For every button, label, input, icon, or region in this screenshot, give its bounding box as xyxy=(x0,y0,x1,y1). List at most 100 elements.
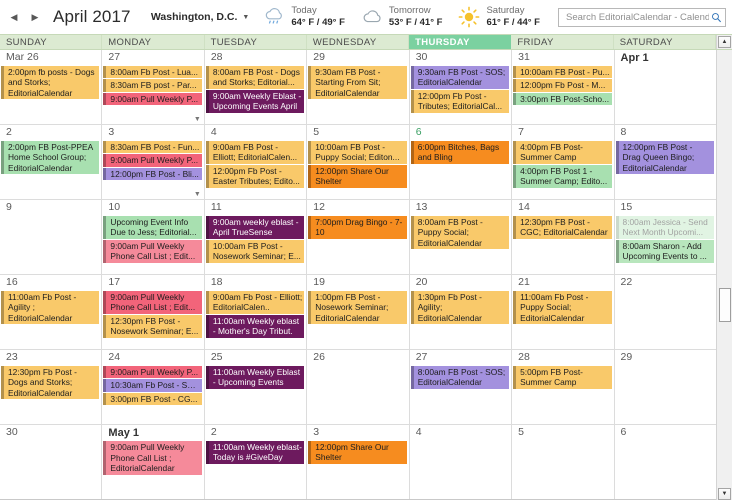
calendar-day-cell[interactable]: 24 9:00am Pull Weekly P... 10:30am Fb Post… xyxy=(102,350,205,424)
calendar-event[interactable]: 1:30pm Fb Post - Agility; EditorialCalen… xyxy=(410,290,510,325)
more-events-chevron-down-icon[interactable]: ▼ xyxy=(194,116,201,123)
calendar-day-cell[interactable]: 8 12:00pm FB Post - Drag Queen Bingo; Edi… xyxy=(614,125,716,199)
calendar-event[interactable]: 3:00pm FB Post-Scho... xyxy=(513,92,612,106)
calendar-event[interactable]: 12:00pm Fb Post - M... xyxy=(513,79,612,92)
calendar-day-cell[interactable]: 15 8:00am Jessica - Send Next Month Upcom… xyxy=(614,200,716,274)
calendar-event[interactable]: 12:00pm FB Post - Drag Queen Bingo; Edit… xyxy=(615,140,714,175)
calendar-day-cell[interactable]: May 1 9:00am Pull Weekly Phone Call List … xyxy=(102,425,205,499)
scroll-up-button[interactable]: ▲ xyxy=(717,36,731,48)
calendar-day-cell[interactable]: 26 xyxy=(307,350,410,424)
calendar-event[interactable]: 10:00am FB Post - Pu... xyxy=(513,65,612,79)
calendar-event[interactable]: 2:00pm FB Post-PPEA Home School Group; E… xyxy=(1,140,100,175)
calendar-event[interactable]: 11:00am Fb Post -Puppy Social; Editorial… xyxy=(513,290,612,325)
calendar-day-cell[interactable]: 5 xyxy=(512,425,615,499)
day-header-monday[interactable]: MONDAY xyxy=(102,35,205,49)
day-header-friday[interactable]: FRIDAY xyxy=(511,35,614,49)
calendar-event[interactable]: 11:00am Fb Post - Agility ; EditorialCal… xyxy=(1,290,100,325)
calendar-event[interactable]: 4:00pm FB Post-Summer Camp xyxy=(513,140,612,164)
weather-location-selector[interactable]: Washington, D.C. ▼ xyxy=(151,11,249,23)
calendar-event[interactable]: 8:00am FB Post - Puppy Social; Editorial… xyxy=(410,215,510,250)
calendar-day-cell[interactable]: 27 8:00am FB Post - SOS; EditorialCalenda… xyxy=(409,350,513,424)
calendar-day-cell[interactable]: 21 11:00am Fb Post -Puppy Social; Editori… xyxy=(512,275,615,349)
scroll-down-button[interactable]: ▼ xyxy=(718,488,731,500)
calendar-event[interactable]: 12:00pm Share Our Shelter xyxy=(308,440,407,464)
calendar-event[interactable]: 9:00am Pull Weekly P... xyxy=(103,154,202,167)
day-header-sunday[interactable]: SUNDAY xyxy=(0,35,103,49)
search-icon[interactable] xyxy=(711,12,722,23)
calendar-event[interactable]: 1:00pm FB Post - Nosework Seminar; Edito… xyxy=(308,290,407,325)
calendar-event[interactable]: 8:00am Jessica - Send Next Month Upcomi.… xyxy=(615,215,714,239)
calendar-day-cell[interactable]: 3 8:30am FB Post - Fun... 9:00am Pull Week… xyxy=(102,125,205,199)
calendar-day-cell[interactable]: 27 8:00am Fb Post - Lua... 8:30am FB post … xyxy=(102,50,205,124)
calendar-day-cell[interactable]: 13 8:00am FB Post - Puppy Social; Editori… xyxy=(409,200,513,274)
day-header-saturday[interactable]: SATURDAY xyxy=(614,35,716,49)
scrollbar-thumb[interactable] xyxy=(719,288,731,322)
calendar-event[interactable]: 11:00am Weekly eblast - Mother's Day Tri… xyxy=(205,314,305,338)
calendar-day-cell[interactable]: 2 11:00am Weekly eblast- Today is #GiveDa… xyxy=(204,425,308,499)
calendar-day-cell[interactable]: 16 11:00am Fb Post - Agility ; EditorialC… xyxy=(0,275,103,349)
calendar-day-cell[interactable]: 28 8:00am FB Post - Dogs and Storks; Edit… xyxy=(204,50,308,124)
calendar-day-cell[interactable]: 28 5:00pm FB Post-Summer Camp xyxy=(512,350,615,424)
calendar-event[interactable]: 8:30am FB post - Par... xyxy=(103,79,202,92)
calendar-event[interactable]: 12:00pm Share Our Shelter xyxy=(308,164,407,188)
calendar-event[interactable]: 9:00am Pull Weekly P... xyxy=(103,92,202,106)
calendar-event[interactable]: 12:30pm FB Post - CGC; EditorialCalendar xyxy=(513,215,612,239)
calendar-event[interactable]: 9:00am FB Post - Elliott; EditorialCalen… xyxy=(205,140,305,164)
calendar-day-cell[interactable]: 11 9:00am weekly eblast - April TrueSense… xyxy=(204,200,308,274)
calendar-event[interactable]: 8:30am FB Post - Fun... xyxy=(103,140,202,154)
calendar-event[interactable]: 11:00am Weekly eblast- Today is #GiveDay xyxy=(205,440,305,464)
calendar-event[interactable]: 5:00pm FB Post-Summer Camp xyxy=(513,365,612,389)
search-box[interactable] xyxy=(558,7,726,27)
calendar-event[interactable]: 9:30am FB Post - SOS; EditorialCalendar xyxy=(410,65,510,89)
calendar-day-cell[interactable]: 9 xyxy=(0,200,103,274)
calendar-day-cell[interactable]: 18 9:00am Fb Post - Elliott; EditorialCal… xyxy=(204,275,308,349)
calendar-event[interactable]: 9:00am Fb Post - Elliott; EditorialCalen… xyxy=(205,290,305,314)
calendar-day-cell[interactable]: 30 xyxy=(0,425,103,499)
calendar-day-cell[interactable]: 20 1:30pm Fb Post - Agility; EditorialCal… xyxy=(409,275,513,349)
vertical-scrollbar[interactable]: ▼ xyxy=(716,50,732,500)
search-input[interactable] xyxy=(564,10,711,24)
calendar-day-cell[interactable]: 2 2:00pm FB Post-PPEA Home School Group; … xyxy=(0,125,103,199)
calendar-event[interactable]: 12:30pm Fb Post - Dogs and Storks; Edito… xyxy=(1,365,100,400)
calendar-day-cell[interactable]: 19 1:00pm FB Post - Nosework Seminar; Edi… xyxy=(307,275,410,349)
calendar-day-cell[interactable]: 25 11:00am Weekly Eblast - Upcoming Event… xyxy=(204,350,308,424)
calendar-day-cell[interactable]: 10 Upcoming Event Info Due to Jess; Edito… xyxy=(102,200,205,274)
previous-month-arrow-icon[interactable]: ◀ xyxy=(8,10,20,24)
calendar-event[interactable]: 8:00am Sharon - Add Upcoming Events to .… xyxy=(615,239,714,263)
calendar-event[interactable]: 9:30am FB Post - Starting From Sit; Edit… xyxy=(308,65,407,100)
calendar-event[interactable]: 6:00pm Bitches, Bags and Bling xyxy=(410,140,510,164)
day-header-thursday[interactable]: THURSDAY xyxy=(409,35,512,49)
calendar-day-cell[interactable]: Mar 26 2:00pm fb posts - Dogs and Storks;… xyxy=(0,50,103,124)
calendar-event[interactable]: 9:00am weekly eblast - April TrueSense xyxy=(205,215,305,239)
calendar-event[interactable]: 8:00am FB Post - Dogs and Storks; Editor… xyxy=(205,65,305,89)
calendar-day-cell[interactable]: 3 12:00pm Share Our Shelter xyxy=(307,425,410,499)
calendar-day-cell[interactable]: 30 9:30am FB Post - SOS; EditorialCalenda… xyxy=(409,50,513,124)
more-events-chevron-down-icon[interactable]: ▼ xyxy=(194,191,201,198)
calendar-event[interactable]: 9:00am Pull Weekly Phone Call List ; Edi… xyxy=(103,239,202,263)
calendar-event[interactable]: 10:00am FB Post - Puppy Social; Editon..… xyxy=(308,140,407,164)
calendar-day-cell[interactable]: 31 10:00am FB Post - Pu... 12:00pm Fb Post… xyxy=(512,50,615,124)
calendar-event[interactable]: 12:00pm FB Post - Bli... xyxy=(103,167,202,181)
calendar-event[interactable]: 12:00pm Fb Post - Tributes; EditorialCal… xyxy=(410,89,510,113)
calendar-event[interactable]: 10:00am FB Post - Nosework Seminar; E... xyxy=(205,239,305,263)
calendar-event[interactable]: Upcoming Event Info Due to Jess; Editori… xyxy=(103,215,202,239)
calendar-event[interactable]: 12:00pm Fb Post - Easter Tributes; Edito… xyxy=(205,164,305,188)
calendar-day-cell[interactable]: 17 9:00am Pull Weekly Phone Call List ; E… xyxy=(102,275,205,349)
calendar-day-cell[interactable]: 12 7:00pm Drag Bingo - 7-10 xyxy=(307,200,410,274)
calendar-event[interactable]: 9:00am Weekly Eblast - Upcoming Events A… xyxy=(205,89,305,113)
calendar-day-cell[interactable]: 22 xyxy=(614,275,716,349)
calendar-event[interactable]: 7:00pm Drag Bingo - 7-10 xyxy=(308,215,407,239)
calendar-event[interactable]: 10:30am Fb Post - SO... xyxy=(103,379,202,392)
calendar-event[interactable]: 3:00pm FB Post - CG... xyxy=(103,392,202,406)
calendar-day-cell[interactable]: 5 10:00am FB Post - Puppy Social; Editon.… xyxy=(307,125,410,199)
calendar-event[interactable]: 8:00am FB Post - SOS; EditorialCalendar xyxy=(410,365,510,389)
next-month-arrow-icon[interactable]: ▶ xyxy=(29,10,41,24)
calendar-day-cell[interactable]: 7 4:00pm FB Post-Summer Camp 4:00pm FB Pos… xyxy=(512,125,615,199)
calendar-day-cell[interactable]: 14 12:30pm FB Post - CGC; EditorialCalend… xyxy=(512,200,615,274)
calendar-event[interactable]: 2:00pm fb posts - Dogs and Storks; Edito… xyxy=(1,65,100,100)
calendar-event[interactable]: 8:00am Fb Post - Lua... xyxy=(103,65,202,79)
calendar-day-cell[interactable]: 23 12:30pm Fb Post - Dogs and Storks; Edi… xyxy=(0,350,103,424)
calendar-event[interactable]: 9:00am Pull Weekly Phone Call List ; Edi… xyxy=(103,290,202,314)
calendar-event[interactable]: 4:00pm FB Post 1 - Summer Camp; Edito... xyxy=(513,164,612,188)
day-header-tuesday[interactable]: TUESDAY xyxy=(205,35,307,49)
